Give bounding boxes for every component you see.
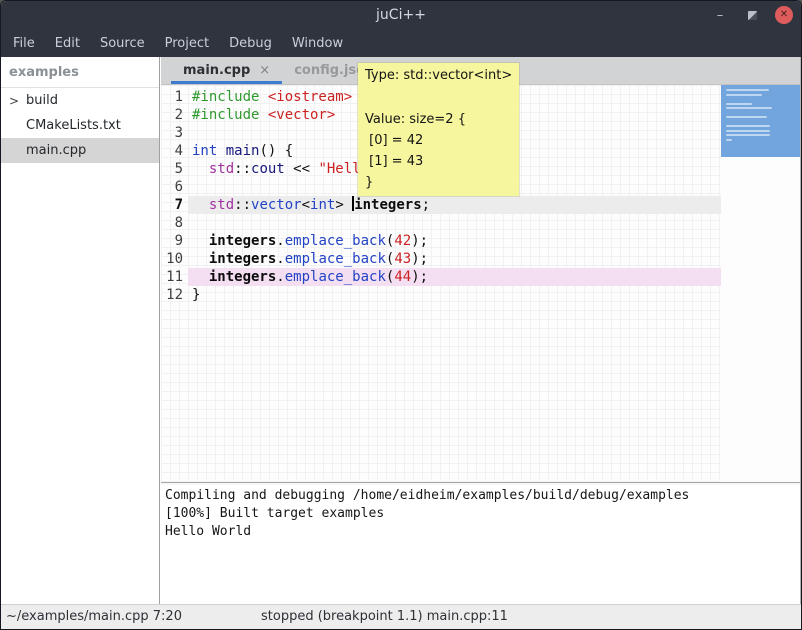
menu-bar: FileEditSourceProjectDebugWindow: [1, 29, 801, 57]
tooltip-type-line: Type: std::vector<int>: [365, 68, 512, 84]
console-line: Hello World: [165, 523, 800, 541]
tooltip-value-line: }: [365, 172, 512, 193]
code-text: integers.emplace_back(43);: [188, 250, 721, 268]
code-text: [188, 214, 721, 232]
status-debug-state: stopped (breakpoint 1.1) main.cpp:11: [261, 609, 508, 624]
app-window: juCi++ – ✕ FileEditSourceProjectDebugWin…: [0, 0, 802, 630]
minimap-code-line: [726, 134, 770, 136]
code-line-12[interactable]: 12}: [161, 286, 721, 304]
line-number: 8: [161, 214, 188, 232]
line-number: 11: [161, 268, 188, 286]
code-line-9[interactable]: 9 integers.emplace_back(42);: [161, 232, 721, 250]
menu-item-debug[interactable]: Debug: [219, 31, 282, 56]
expander-icon[interactable]: >: [9, 94, 26, 108]
minimap[interactable]: [721, 85, 800, 482]
code-line-10[interactable]: 10 integers.emplace_back(43);: [161, 250, 721, 268]
line-number: 1: [161, 88, 188, 106]
menu-item-source[interactable]: Source: [90, 31, 155, 56]
line-number: 3: [161, 124, 188, 142]
code-line-8[interactable]: 8: [161, 214, 721, 232]
line-number: 4: [161, 142, 188, 160]
minimap-code-line: [726, 94, 762, 96]
minimap-code-line: [726, 139, 732, 141]
console-output[interactable]: Compiling and debugging /home/eidheim/ex…: [161, 485, 800, 604]
maximize-icon: [748, 11, 757, 20]
line-number: 5: [161, 160, 188, 178]
minimap-code-line: [726, 116, 767, 118]
project-name: examples: [1, 57, 159, 88]
minimap-code-line: [726, 125, 770, 127]
close-button[interactable]: ✕: [775, 6, 793, 24]
window-controls: – ✕: [711, 1, 793, 29]
line-number: 9: [161, 232, 188, 250]
console-line: Compiling and debugging /home/eidheim/ex…: [165, 487, 800, 505]
menu-item-window[interactable]: Window: [282, 31, 353, 56]
minimize-button[interactable]: –: [711, 6, 729, 24]
code-text: }: [188, 286, 721, 304]
code-text: integers.emplace_back(44);: [188, 268, 721, 286]
editor-panel: main.cpp×config.json 1#include <iostream…: [161, 57, 801, 604]
tooltip-value-line: [0] = 42: [365, 130, 512, 151]
minimize-icon: –: [717, 8, 724, 23]
close-icon: ✕: [780, 10, 788, 20]
title-bar: juCi++ – ✕: [1, 1, 801, 29]
line-number: 6: [161, 178, 188, 196]
console-line: [100%] Built target examples: [165, 505, 800, 523]
file-tree-item-build[interactable]: >build: [1, 88, 159, 113]
tooltip-value-line: [1] = 43: [365, 151, 512, 172]
status-bar: ~/examples/main.cpp 7:20 stopped (breakp…: [1, 604, 801, 629]
menu-item-edit[interactable]: Edit: [45, 31, 90, 56]
line-number: 7: [161, 196, 188, 214]
tooltip-value-line: Value: size=2 {: [365, 109, 512, 130]
file-tree-item-main-cpp[interactable]: main.cpp: [1, 138, 159, 163]
maximize-button[interactable]: [743, 6, 761, 24]
minimap-code-line: [726, 107, 772, 109]
file-label: CMakeLists.txt: [26, 118, 121, 133]
code-text: integers.emplace_back(42);: [188, 232, 721, 250]
line-number: 10: [161, 250, 188, 268]
minimap-viewport[interactable]: [721, 85, 800, 157]
file-tree: >build CMakeLists.txt main.cpp: [1, 88, 159, 163]
line-number: 12: [161, 286, 188, 304]
minimap-code-line: [726, 89, 769, 91]
tab-main-cpp[interactable]: main.cpp ×: [171, 57, 282, 84]
file-label: main.cpp: [26, 143, 86, 158]
code-text: std::vector<int> integers;: [188, 196, 721, 214]
file-tree-item-cmakelists-txt[interactable]: CMakeLists.txt: [1, 113, 159, 138]
file-tree-panel: examples >build CMakeLists.txt main.cpp: [1, 57, 159, 604]
file-label: build: [26, 93, 58, 108]
debug-tooltip: Type: std::vector<int> Value: size=2 { […: [358, 63, 519, 196]
code-line-11[interactable]: 11 integers.emplace_back(44);: [161, 268, 721, 286]
line-number: 2: [161, 106, 188, 124]
tab-close-icon[interactable]: ×: [259, 63, 270, 78]
status-file-position: ~/examples/main.cpp 7:20: [6, 609, 182, 624]
menu-item-project[interactable]: Project: [155, 31, 219, 56]
minimap-code-line: [726, 103, 752, 105]
minimap-code-line: [726, 130, 770, 132]
menu-item-file[interactable]: File: [3, 31, 45, 56]
tooltip-value-block: Value: size=2 { [0] = 42 [1] = 43}: [365, 109, 512, 193]
main-area: examples >build CMakeLists.txt main.cpp ma…: [1, 57, 801, 604]
tab-label: main.cpp: [183, 63, 250, 78]
window-title: juCi++: [376, 7, 426, 23]
code-line-7[interactable]: 7 std::vector<int> integers;: [161, 196, 721, 214]
